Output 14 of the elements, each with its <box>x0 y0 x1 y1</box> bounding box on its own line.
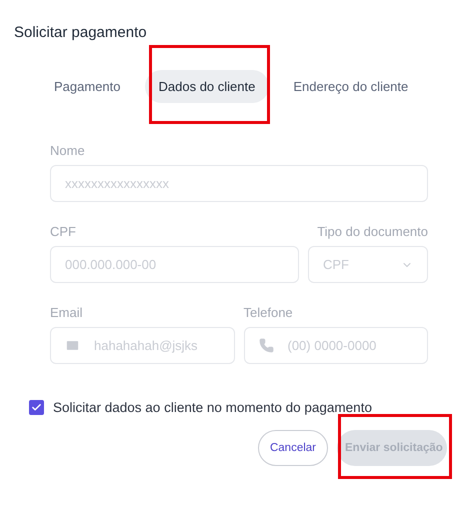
field-label: Telefone <box>244 305 294 320</box>
phone-icon <box>258 338 274 353</box>
check-icon <box>31 402 42 413</box>
cancel-button[interactable]: Cancelar <box>258 430 328 466</box>
field-label: Email <box>50 305 84 320</box>
checkbox-label: Solicitar dados ao cliente no momento do pagamento <box>53 400 372 415</box>
field-label: CPF <box>50 224 77 239</box>
tab[interactable]: Endereço do cliente <box>279 70 422 103</box>
checkbox[interactable] <box>29 400 44 415</box>
tab[interactable]: Pagamento <box>40 70 134 103</box>
dialog-title: Solicitar pagamento <box>14 24 148 43</box>
field-label: Nome <box>50 143 86 158</box>
tab[interactable]: Dados do cliente <box>144 70 270 103</box>
field-label: Tipo do documento <box>316 224 428 239</box>
